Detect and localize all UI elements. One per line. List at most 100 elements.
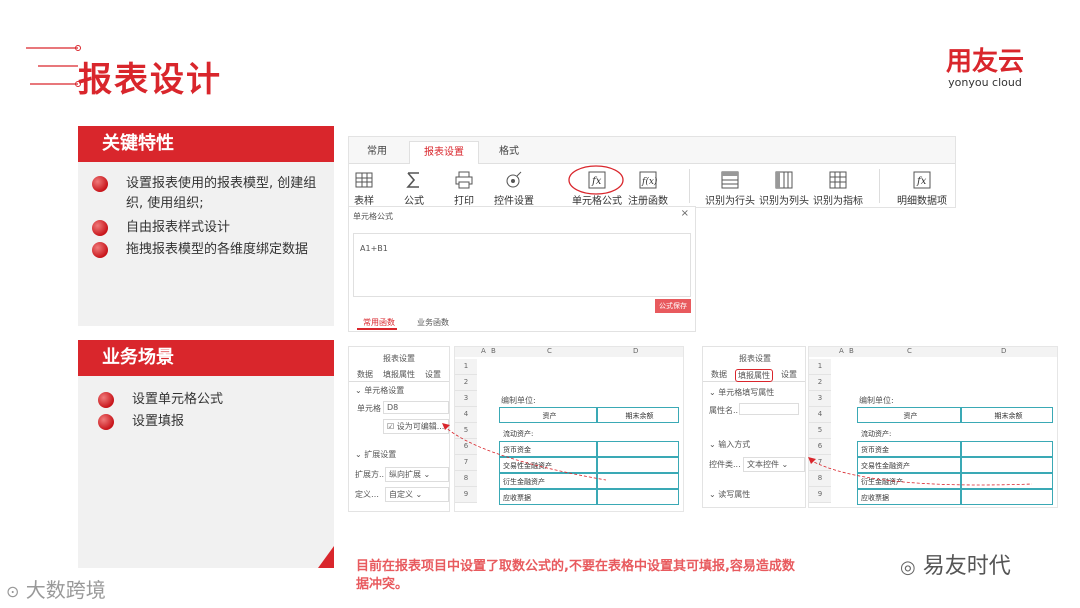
row-number: 5 (809, 423, 831, 439)
row-number: 1 (809, 359, 831, 375)
svg-text:f(x): f(x) (641, 176, 657, 187)
tool-col-header[interactable]: 识别为列头 (757, 171, 811, 207)
row-number: 2 (455, 375, 477, 391)
control-type-select[interactable]: 文本控件 ⌄ (743, 457, 805, 472)
row-number: 2 (809, 375, 831, 391)
sigma-icon (406, 172, 419, 188)
tool-print[interactable]: 打印 (437, 171, 491, 207)
row-number: 9 (455, 487, 477, 503)
panel-title: 报表设置 (739, 354, 771, 363)
row-head-icon (721, 171, 739, 189)
header-cell-asset[interactable]: 资产 (857, 407, 961, 423)
col-head-icon (775, 171, 793, 189)
weibo-icon: ⊙ (6, 582, 20, 601)
bullet-icon (92, 176, 108, 192)
scenario-item: 设置填报 (98, 412, 318, 432)
tool-row-header[interactable]: 识别为行头 (703, 171, 757, 207)
tab-underline (357, 328, 397, 330)
table-cell[interactable] (597, 489, 679, 505)
feature-item: 设置报表使用的报表模型, 创建组织, 使用组织; (92, 174, 328, 214)
tab-common-functions[interactable]: 常用函数 (363, 317, 395, 328)
fx-register-icon: f(x) (639, 171, 657, 189)
panel-tabs: 数据 填报属性 设置 (349, 369, 449, 382)
ribbon-separator (879, 169, 880, 203)
tab-settings[interactable]: 设置 (425, 369, 441, 380)
bullet-icon (98, 392, 114, 408)
table-cell[interactable]: 流动资产: (857, 425, 961, 441)
row-number: 1 (455, 359, 477, 375)
section-fill-attrs[interactable]: ⌄ 单元格填写属性 (709, 387, 774, 398)
wechat-icon: ◎ (900, 557, 916, 578)
section-read-write[interactable]: ⌄ 读写属性 (709, 489, 750, 500)
left-settings-panel: 报表设置 数据 填报属性 设置 ⌄ 单元格设置 单元格 D8 ☑ 设为可编辑..… (348, 346, 450, 512)
tab-report-settings[interactable]: 报表设置 (409, 141, 479, 164)
ribbon-separator (689, 169, 690, 203)
tool-control-settings[interactable]: 控件设置 (487, 171, 541, 207)
header-cell-amount[interactable]: 期末余额 (961, 407, 1053, 423)
tool-formula[interactable]: 公式 (387, 171, 441, 207)
tool-detail-data[interactable]: fx 明细数据项 (895, 171, 949, 207)
save-formula-button[interactable]: 公式保存 (655, 299, 691, 313)
table-cell[interactable]: 应收票据 (499, 489, 597, 505)
scenario-list: 设置单元格公式 设置填报 (98, 390, 318, 432)
tab-fill-attrs[interactable]: 填报属性 (735, 369, 773, 382)
row-number: 3 (455, 391, 477, 407)
watermark-left: ⊙ 大数跨境 (6, 578, 106, 602)
tab-settings[interactable]: 设置 (781, 369, 797, 380)
bullet-icon (92, 220, 108, 236)
warning-note: 目前在报表项目中设置了取数公式的,不要在表格中设置其可填报,容易造成数据冲突。 (356, 559, 795, 592)
section-cell-settings[interactable]: ⌄ 单元格设置 (355, 385, 404, 396)
close-icon[interactable]: × (681, 208, 689, 219)
define-select[interactable]: 自定义 ⌄ (385, 487, 449, 502)
dialog-title: 单元格公式 (353, 212, 393, 221)
indicator-icon (829, 171, 847, 189)
define-label: 定义… (355, 490, 379, 499)
feature-item: 拖拽报表模型的各维度绑定数据 (92, 240, 328, 260)
tool-register-function[interactable]: f(x) 注册函数 (621, 171, 675, 207)
feature-item: 自由报表样式设计 (92, 218, 328, 238)
tab-fill-attrs[interactable]: 填报属性 (383, 369, 415, 380)
cell-field[interactable]: D8 (383, 401, 449, 414)
section-expand-settings[interactable]: ⌄ 扩展设置 (355, 449, 396, 460)
tab-business-functions[interactable]: 业务函数 (417, 317, 449, 328)
row-number: 6 (809, 439, 831, 455)
ribbon-toolbar: 常用 报表设置 格式 表样 公式 打印 控件设置 fx 单元格公式 f(x) 注… (348, 136, 956, 208)
unit-label: 编制单位: (501, 396, 536, 405)
corner-decoration (318, 546, 334, 568)
bullet-icon (98, 414, 114, 430)
control-type-label: 控件类... (709, 460, 741, 469)
cell-formula-dialog: 单元格公式 × A1+B1 公式保存 常用函数 业务函数 (348, 206, 696, 332)
features-list: 设置报表使用的报表模型, 创建组织, 使用组织; 自由报表样式设计 拖拽报表模型… (92, 174, 328, 260)
watermark-right: ◎ 易友时代 (900, 554, 1011, 579)
print-icon (455, 171, 473, 189)
tab-format[interactable]: 格式 (485, 141, 533, 163)
highlight-circle (568, 165, 624, 195)
detail-icon: fx (913, 171, 931, 189)
panel-tabs: 数据 填报属性 设置 (703, 369, 805, 382)
sheet-column-header: A B C D (455, 347, 683, 357)
section-input-mode[interactable]: ⌄ 输入方式 (709, 439, 750, 450)
scenario-item: 设置单元格公式 (98, 390, 318, 410)
expand-dir-label: 扩展方... (355, 470, 387, 479)
scenario-heading: 业务场景 (78, 340, 334, 376)
features-heading: 关键特性 (78, 126, 334, 162)
control-icon (506, 171, 522, 188)
tab-data[interactable]: 数据 (711, 369, 727, 380)
tab-common[interactable]: 常用 (353, 141, 401, 163)
row-number: 3 (809, 391, 831, 407)
panel-title: 报表设置 (383, 354, 415, 363)
ribbon-tabs: 常用 报表设置 格式 (349, 141, 955, 164)
connector-arrow (808, 457, 1033, 486)
cell-label: 单元格 (357, 404, 381, 413)
logo-en: yonyou cloud (948, 76, 1022, 89)
connector-arrow (442, 423, 607, 481)
tool-indicator[interactable]: 识别为指标 (811, 171, 865, 207)
tool-table-sample[interactable]: 表样 (337, 171, 391, 207)
title-decoration (26, 45, 81, 87)
row-number: 4 (809, 407, 831, 423)
attr-name-field[interactable] (739, 403, 799, 415)
page-title: 报表设计 (78, 60, 222, 100)
formula-editor[interactable]: A1+B1 (353, 233, 691, 297)
tab-data[interactable]: 数据 (357, 369, 373, 380)
brand-logo: 用友云 yonyou cloud (946, 48, 1024, 89)
